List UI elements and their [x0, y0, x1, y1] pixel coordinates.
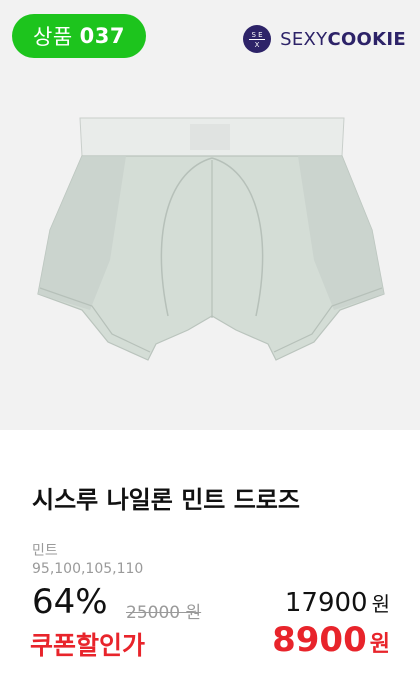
badge-prefix: 상품 — [33, 25, 73, 49]
product-image-area[interactable]: 상품 037 S E X SEXYCOOKIE — [0, 0, 420, 430]
coupon-price-unit: 원 — [369, 632, 390, 657]
product-photo — [37, 117, 385, 361]
coupon-price-label: 쿠폰할인가 — [30, 631, 146, 660]
brand-emblem-icon: S E X — [243, 25, 272, 53]
svg-text:S E: S E — [252, 31, 263, 39]
product-sizes: 95,100,105,110 — [32, 561, 144, 577]
brand-name: SEXYCOOKIE — [280, 29, 406, 50]
product-info: 시스루 나일론 민트 드로즈 민트 95,100,105,110 64% 250… — [0, 430, 420, 700]
sale-price: 17900 원 — [285, 588, 390, 618]
original-price-value: 25000 원 — [126, 603, 202, 623]
svg-text:X: X — [255, 41, 260, 49]
brand-logo: S E X SEXYCOOKIE — [242, 22, 406, 56]
brand-name-bold: COOKIE — [327, 28, 406, 50]
original-price: 25000 원 — [126, 598, 201, 623]
sale-price-unit: 원 — [371, 592, 390, 616]
sale-price-value: 17900 — [284, 588, 368, 618]
product-number-badge: 상품 037 — [12, 14, 146, 58]
product-title[interactable]: 시스루 나일론 민트 드로즈 — [32, 480, 300, 515]
product-color: 민트 — [32, 543, 58, 559]
coupon-price-value: 8900 — [272, 620, 367, 660]
product-card[interactable]: 상품 037 S E X SEXYCOOKIE 시스루 나일론 민트 드로즈 민… — [0, 0, 420, 700]
discount-rate: 64% — [32, 582, 108, 622]
badge-number: 037 — [79, 24, 125, 48]
coupon-price: 8900 원 — [272, 620, 390, 660]
brand-name-light: SEXY — [280, 28, 328, 50]
